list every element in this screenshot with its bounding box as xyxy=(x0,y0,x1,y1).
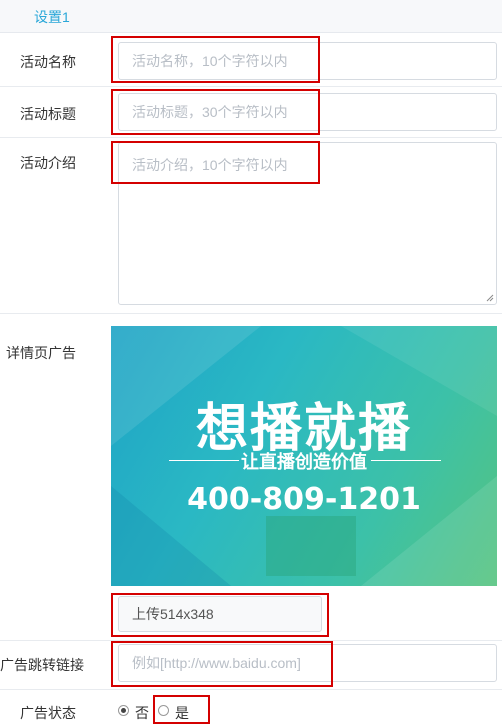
activity-title-input[interactable]: 活动标题，30个字符以内 xyxy=(118,93,497,131)
activity-name-input[interactable]: 活动名称，10个字符以内 xyxy=(118,42,497,80)
ad-link-placeholder: 例如[http://www.baidu.com] xyxy=(132,655,301,671)
row-divider xyxy=(0,313,502,314)
tab-bar: 设置1 xyxy=(0,0,502,33)
banner-phone: 400-809-1201 xyxy=(187,482,421,517)
row-divider xyxy=(0,86,502,87)
activity-name-placeholder: 活动名称，10个字符以内 xyxy=(132,53,288,69)
activity-intro-textarea[interactable]: 活动介绍，10个字符以内 xyxy=(118,142,497,305)
activity-intro-placeholder: 活动介绍，10个字符以内 xyxy=(132,157,288,173)
banner-rule-right xyxy=(371,460,441,461)
upload-button-label: 上传514x348 xyxy=(132,606,214,622)
tab-settings-1[interactable]: 设置1 xyxy=(34,7,70,27)
row-divider xyxy=(0,689,502,690)
activity-name-label: 活动名称 xyxy=(20,54,76,70)
ad-banner-image: 想播就播 让直播创造价值 400-809-1201 xyxy=(111,326,497,586)
ad-status-label: 广告状态 xyxy=(20,705,76,721)
activity-intro-label: 活动介绍 xyxy=(20,155,76,171)
banner-tagline: 让直播创造价值 xyxy=(241,452,367,473)
detail-ad-label: 详情页广告 xyxy=(6,345,76,361)
ad-link-label: 广告跳转链接 xyxy=(0,657,84,673)
ad-status-no-radio[interactable] xyxy=(118,705,129,716)
row-divider xyxy=(0,137,502,138)
ad-status-no-label: 否 xyxy=(135,705,149,721)
ad-status-yes-label: 是 xyxy=(175,705,189,721)
activity-title-placeholder: 活动标题，30个字符以内 xyxy=(132,104,288,120)
row-divider xyxy=(0,640,502,641)
ad-status-yes-radio[interactable] xyxy=(158,705,169,716)
resize-grip-icon[interactable] xyxy=(486,294,494,302)
upload-button[interactable]: 上传514x348 xyxy=(118,596,322,632)
activity-title-label: 活动标题 xyxy=(20,106,76,122)
ad-link-input[interactable]: 例如[http://www.baidu.com] xyxy=(118,644,497,682)
